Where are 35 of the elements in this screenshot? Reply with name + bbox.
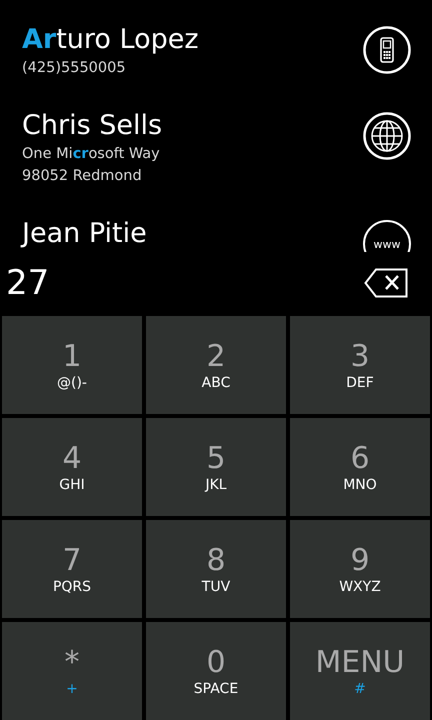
contact-name[interactable]: Arturo Lopez	[22, 23, 199, 57]
dial-key[interactable]: 0 SPACE	[146, 622, 286, 720]
contact-detail: (425)5550005	[22, 59, 127, 78]
key-letters: +	[66, 680, 78, 699]
key-letters: ABC	[202, 374, 230, 393]
key-letters: DEF	[346, 374, 374, 393]
key-letters: WXYZ	[339, 578, 381, 597]
dial-key[interactable]: 2 ABC	[146, 316, 286, 414]
dial-input[interactable]: 27	[6, 263, 50, 303]
web-icon[interactable]: www	[363, 220, 411, 252]
key-letters: PQRS	[52, 578, 92, 597]
dial-key[interactable]: 1 @()-	[2, 316, 142, 414]
dial-key[interactable]: 6 MNO	[290, 418, 430, 516]
globe-icon[interactable]	[363, 112, 411, 160]
key-letters: @()-	[57, 374, 87, 393]
dial-key[interactable]: 5 JKL	[146, 418, 286, 516]
key-letters: SPACE	[194, 680, 238, 699]
dial-key[interactable]: 3 DEF	[290, 316, 430, 414]
key-letters: GHI	[59, 476, 85, 495]
dial-key[interactable]: 4 GHI	[2, 418, 142, 516]
contact-detail: 98052 Redmond	[22, 167, 143, 186]
contact-name[interactable]: Jean Pitie	[22, 217, 147, 251]
key-letters: TUV	[202, 578, 230, 597]
backspace-icon[interactable]	[364, 268, 408, 298]
dial-key[interactable]: MENU #	[290, 622, 430, 720]
dial-key[interactable]: 7 PQRS	[2, 520, 142, 618]
key-letters: #	[354, 680, 366, 699]
key-letters: MNO	[343, 476, 377, 495]
dial-key[interactable]: 9 WXYZ	[290, 520, 430, 618]
contact-name[interactable]: Chris Sells	[22, 109, 162, 143]
contact-detail: One Microsoft Way	[22, 145, 161, 164]
dial-key[interactable]: 8 TUV	[146, 520, 286, 618]
phone-icon[interactable]	[363, 26, 411, 74]
key-letters: JKL	[205, 476, 227, 495]
dial-key[interactable]: * +	[2, 622, 142, 720]
